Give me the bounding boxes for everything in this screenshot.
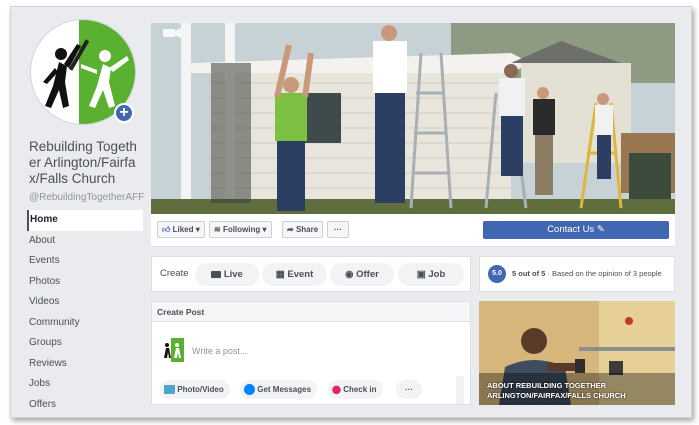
left-sidebar: + Rebuilding Together Arlington/Fairfax/… [11,7,144,417]
chevron-down-icon: ▾ [262,225,267,234]
share-button[interactable]: ➦ Share [282,221,324,238]
rating-text: 5 out of 5 · Based on the opinion of 3 p… [512,269,662,278]
sidebar-item-photos[interactable]: Photos [27,272,143,293]
create-post-header: Create Post [152,302,470,322]
photo-video-button[interactable]: Photo/Video [160,380,230,399]
sidebar-item-community[interactable]: Community [27,313,143,334]
job-button[interactable]: ▣ Job [398,263,464,286]
cover-image [151,23,675,214]
post-avatar [160,338,184,362]
event-label: Event [287,269,314,280]
briefcase-icon: ▣ [416,269,426,280]
rating-score-badge: 5.0 [488,265,506,283]
liked-label: Liked [172,225,194,234]
plus-icon: + [119,104,129,121]
pin-icon: ⬤ [332,385,341,394]
about-card[interactable]: ABOUT REBUILDING TOGETHER ARLINGTON/FAIR… [479,301,675,405]
liked-button[interactable]: 👍︎ Liked ▾ [157,221,205,238]
page-handle[interactable]: @RebuildingTogetherAFF [29,192,144,203]
video-icon [211,270,222,278]
contact-us-label: Contact Us [547,224,595,235]
sidebar-item-offers[interactable]: Offers [27,395,143,416]
sidebar-item-videos[interactable]: Videos [27,292,143,313]
sidebar-item-home[interactable]: Home [27,210,143,231]
rating-summary[interactable]: 5.0 5 out of 5 · Based on the opinion of… [479,256,675,292]
photo-video-label: Photo/Video [177,385,224,394]
post-options-scrollbar[interactable] [456,376,464,404]
write-post-input[interactable]: Write a post... [192,346,247,356]
event-button[interactable]: ▦ Event [262,263,327,286]
sidebar-item-groups[interactable]: Groups [27,333,143,354]
calendar-icon: ▦ [275,269,285,280]
post-more-button[interactable]: ··· [396,380,422,399]
chevron-down-icon: ▾ [195,225,200,234]
get-messages-button[interactable]: Get Messages [240,380,318,399]
create-label: Create [160,268,189,279]
facebook-page-window: + Rebuilding Together Arlington/Fairfax/… [10,6,692,418]
more-options-button[interactable]: ··· [327,221,349,238]
job-label: Job [428,269,446,280]
rss-icon: ≋ [214,225,221,235]
about-card-caption: ABOUT REBUILDING TOGETHER ARLINGTON/FAIR… [487,381,626,400]
sidebar-item-jobs[interactable]: Jobs [27,374,143,395]
get-messages-label: Get Messages [257,385,312,394]
messenger-icon [244,384,255,396]
photo-icon [164,385,175,395]
page-name[interactable]: Rebuilding Together Arlington/Fairfax/Fa… [29,139,143,187]
contact-us-button[interactable]: Contact Us ✎ [483,221,669,239]
following-label: Following [222,225,261,234]
following-button[interactable]: ≋ Following ▾ [209,221,272,238]
check-in-button[interactable]: ⬤ Check in [328,380,383,399]
sidebar-nav: Home About Events Photos Videos Communit… [27,210,143,415]
pencil-icon: ✎ [596,224,605,235]
avatar-logo-icon [164,338,184,362]
create-bar: Create Live ▦ Event ◉ Offer ▣ Job [151,256,471,292]
create-post-box: Create Post Write a post... Photo/Video … [151,301,471,405]
add-photo-button[interactable]: + [114,103,134,123]
share-icon: ➦ [287,225,294,235]
offer-button[interactable]: ◉ Offer [330,263,394,286]
cover-photo[interactable] [151,23,675,214]
rating-basis: · Based on the opinion of 3 people [545,269,662,278]
share-label: Share [295,225,319,234]
live-label: Live [223,269,243,280]
live-button[interactable]: Live [195,263,259,286]
page-action-bar: 👍︎ Liked ▾ ≋ Following ▾ ➦ Share ··· Con… [151,214,675,247]
sidebar-item-about[interactable]: About [27,231,143,252]
sidebar-item-reviews[interactable]: Reviews [27,354,143,375]
rating-bold: 5 out of 5 [512,269,546,278]
check-in-label: Check in [343,385,377,394]
sidebar-item-events[interactable]: Events [27,251,143,272]
offer-label: Offer [356,269,379,280]
offer-icon: ◉ [345,269,354,280]
like-icon: 👍︎ [162,225,171,235]
